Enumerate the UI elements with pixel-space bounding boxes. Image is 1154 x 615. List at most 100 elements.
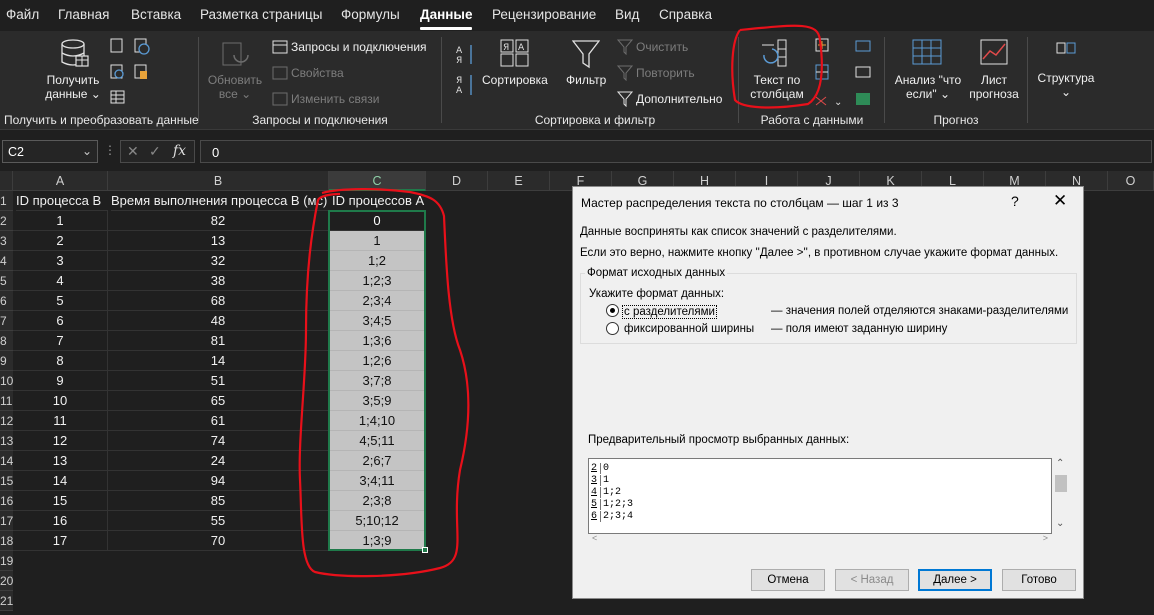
tab-formulas[interactable]: Формулы xyxy=(341,7,400,22)
tab-page-layout[interactable]: Разметка страницы xyxy=(200,7,322,22)
table-cell[interactable]: 55 xyxy=(108,511,329,531)
next-button[interactable]: Далее > xyxy=(918,569,992,591)
back-button[interactable]: < Назад xyxy=(835,569,909,591)
edit-links-button[interactable]: Изменить связи xyxy=(291,92,379,106)
scroll-up-icon[interactable]: ⌃ xyxy=(1056,458,1064,469)
row-header[interactable]: 1 xyxy=(0,191,13,211)
help-icon[interactable]: ? xyxy=(1011,193,1019,209)
tab-help[interactable]: Справка xyxy=(659,7,712,22)
table-cell[interactable]: 32 xyxy=(108,251,329,271)
properties-button[interactable]: Свойства xyxy=(291,66,344,80)
tab-home[interactable]: Главная xyxy=(58,7,109,22)
selected-cell[interactable]: 0 xyxy=(329,211,426,231)
row-header[interactable]: 2 xyxy=(0,211,13,231)
tab-view[interactable]: Вид xyxy=(615,7,639,22)
table-cell[interactable]: 12 xyxy=(13,431,108,451)
fixed-width-radio[interactable] xyxy=(606,322,619,335)
table-cell[interactable]: 81 xyxy=(108,331,329,351)
table-cell[interactable]: 1 xyxy=(13,211,108,231)
row-header[interactable]: 14 xyxy=(0,451,13,471)
get-data-button[interactable]: Получить данные ⌄ xyxy=(40,73,106,101)
fixed-width-label[interactable]: фиксированной ширины xyxy=(624,323,754,335)
row-header[interactable]: 17 xyxy=(0,511,13,531)
queries-connections-button[interactable]: Запросы и подключения xyxy=(291,40,427,54)
tab-file[interactable]: Файл xyxy=(6,7,39,22)
table-cell[interactable]: 65 xyxy=(108,391,329,411)
table-cell[interactable]: 68 xyxy=(108,291,329,311)
header-cell-c[interactable]: ID процессов A xyxy=(332,191,426,211)
finish-button[interactable]: Готово xyxy=(1002,569,1076,591)
row-header[interactable]: 16 xyxy=(0,491,13,511)
table-cell[interactable]: 11 xyxy=(13,411,108,431)
preview-scrollbar[interactable]: ⌃ ⌄ xyxy=(1054,458,1068,534)
selected-cell[interactable]: 3;4;5 xyxy=(329,311,426,331)
table-cell[interactable]: 94 xyxy=(108,471,329,491)
clear-button[interactable]: Очистить xyxy=(636,40,688,54)
delimited-radio[interactable] xyxy=(606,304,619,317)
selected-cell[interactable]: 2;6;7 xyxy=(329,451,426,471)
selected-cell[interactable]: 2;3;4 xyxy=(329,291,426,311)
table-cell[interactable]: 38 xyxy=(108,271,329,291)
tab-insert[interactable]: Вставка xyxy=(131,7,181,22)
cancel-icon[interactable]: ✕ xyxy=(127,143,139,160)
table-cell[interactable]: 10 xyxy=(13,391,108,411)
table-cell[interactable]: 13 xyxy=(108,231,329,251)
row-header[interactable]: 13 xyxy=(0,431,13,451)
row-header[interactable]: 20 xyxy=(0,571,13,591)
table-cell[interactable]: 14 xyxy=(13,471,108,491)
forecast-sheet-button[interactable]: Лист прогноза xyxy=(964,73,1024,101)
table-cell[interactable]: 24 xyxy=(108,451,329,471)
outline-button[interactable]: Структура ⌄ xyxy=(1034,71,1098,99)
table-cell[interactable]: 17 xyxy=(13,531,108,551)
table-cell[interactable]: 13 xyxy=(13,451,108,471)
table-cell[interactable]: 15 xyxy=(13,491,108,511)
column-header-b[interactable]: B xyxy=(108,171,329,191)
formula-input[interactable]: 0 xyxy=(200,140,1152,163)
table-cell[interactable]: 3 xyxy=(13,251,108,271)
column-header-e[interactable]: E xyxy=(488,171,550,191)
row-header[interactable]: 11 xyxy=(0,391,13,411)
column-header-d[interactable]: D xyxy=(426,171,488,191)
table-cell[interactable]: 48 xyxy=(108,311,329,331)
table-cell[interactable]: 51 xyxy=(108,371,329,391)
selected-cell[interactable]: 1;3;6 xyxy=(329,331,426,351)
row-header[interactable]: 5 xyxy=(0,271,13,291)
reapply-button[interactable]: Повторить xyxy=(636,66,695,80)
table-cell[interactable]: 4 xyxy=(13,271,108,291)
preview-hscrollbar[interactable]: < > xyxy=(588,533,1052,545)
row-header[interactable]: 12 xyxy=(0,411,13,431)
header-cell-a[interactable]: ID процесса B xyxy=(16,191,108,211)
tab-data[interactable]: Данные xyxy=(420,7,472,22)
table-cell[interactable]: 82 xyxy=(108,211,329,231)
table-cell[interactable]: 2 xyxy=(13,231,108,251)
selected-cell[interactable]: 2;3;8 xyxy=(329,491,426,511)
row-header[interactable]: 7 xyxy=(0,311,13,331)
table-cell[interactable]: 5 xyxy=(13,291,108,311)
filter-button[interactable]: Фильтр xyxy=(566,73,606,87)
row-header[interactable]: 4 xyxy=(0,251,13,271)
selected-cell[interactable]: 1;2 xyxy=(329,251,426,271)
chevron-down-icon[interactable]: ⌄ xyxy=(82,144,92,158)
table-cell[interactable]: 16 xyxy=(13,511,108,531)
table-cell[interactable]: 7 xyxy=(13,331,108,351)
delimited-label[interactable]: с разделителями xyxy=(622,305,717,319)
scroll-thumb[interactable] xyxy=(1055,475,1067,492)
data-preview[interactable]: 2 0 3 1 4 1;2 5 1;2;3 6 2;3;4 xyxy=(588,458,1052,534)
text-to-columns-button[interactable]: Текст по столбцам xyxy=(745,73,809,101)
row-header[interactable]: 19 xyxy=(0,551,13,571)
cancel-button[interactable]: Отмена xyxy=(751,569,825,591)
column-header-c[interactable]: C xyxy=(329,171,426,191)
selected-cell[interactable]: 1;4;10 xyxy=(329,411,426,431)
fx-icon[interactable]: fx xyxy=(173,143,186,159)
table-cell[interactable]: 85 xyxy=(108,491,329,511)
sort-az-icon[interactable]: АЯ ЯА xyxy=(456,43,476,99)
select-all-corner[interactable] xyxy=(0,171,13,191)
table-cell[interactable]: 6 xyxy=(13,311,108,331)
row-header[interactable]: 10 xyxy=(0,371,13,391)
what-if-button[interactable]: Анализ "что если" ⌄ xyxy=(892,73,964,101)
table-cell[interactable]: 8 xyxy=(13,351,108,371)
row-header[interactable]: 3 xyxy=(0,231,13,251)
check-icon[interactable]: ✓ xyxy=(149,143,161,160)
selected-cell[interactable]: 1;3;9 xyxy=(329,531,426,551)
selected-cell[interactable]: 3;5;9 xyxy=(329,391,426,411)
